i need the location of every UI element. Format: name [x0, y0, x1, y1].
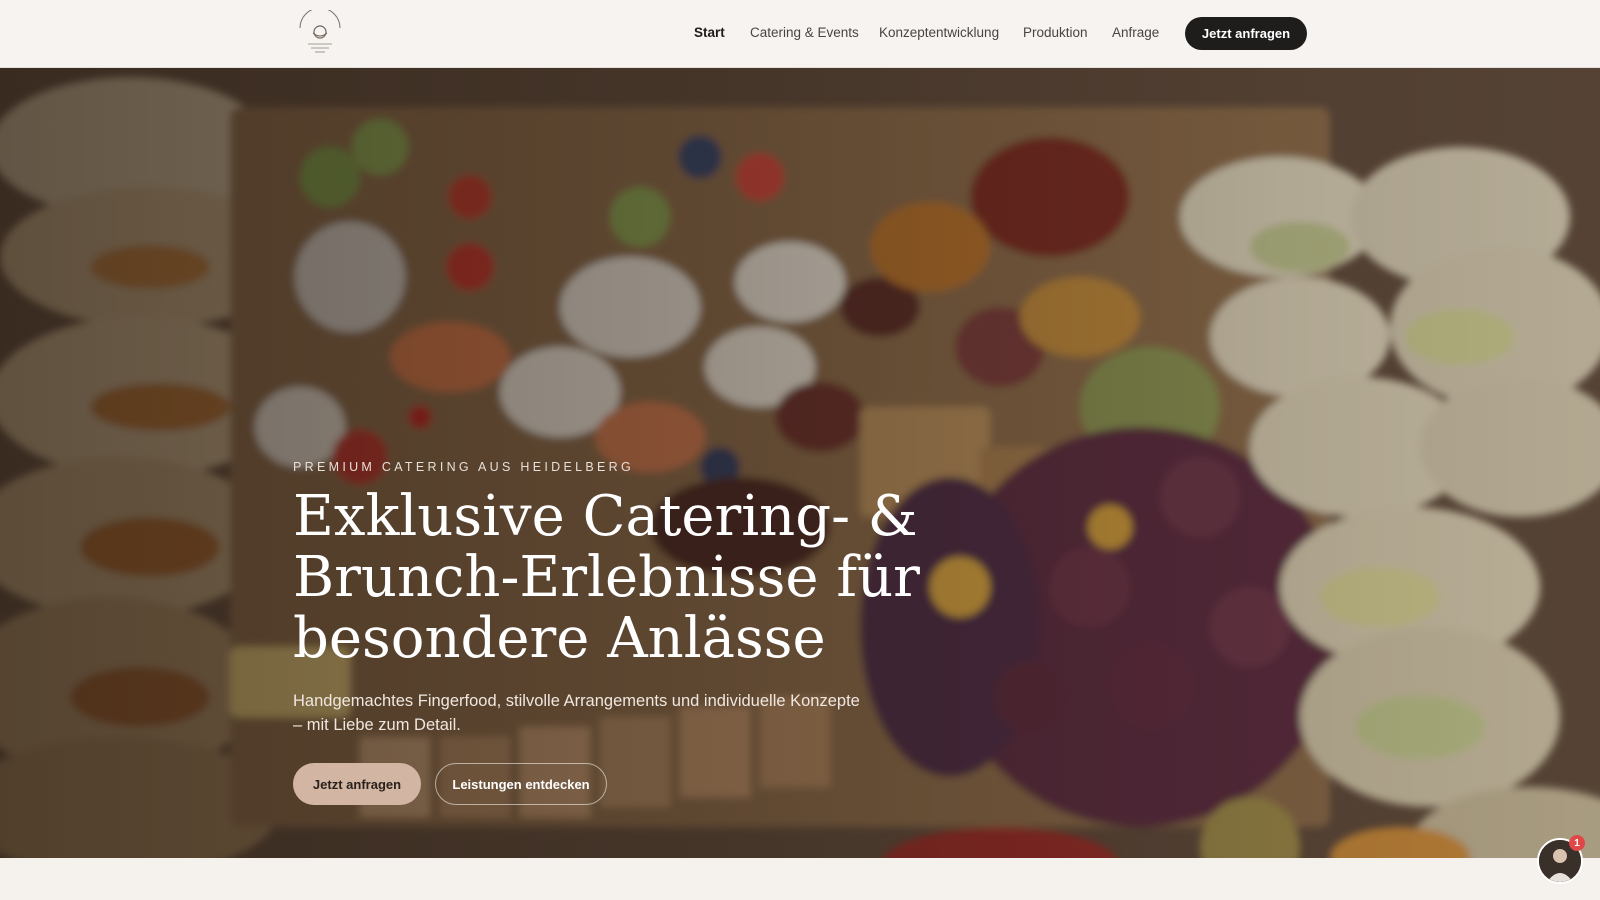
chat-notification-badge: 1: [1569, 835, 1585, 851]
nav-item-start[interactable]: Start: [694, 25, 725, 40]
hero-section: [0, 67, 1600, 858]
hero-subline: Handgemachtes Fingerfood, stilvolle Arra…: [293, 692, 860, 734]
site-header: Start Catering & Events Konzeptentwicklu…: [0, 0, 1600, 68]
hero-headline: Exklusive Catering- & Brunch-Erlebnisse …: [293, 484, 920, 671]
header-cta-button[interactable]: Jetzt anfragen: [1185, 17, 1307, 50]
hero-eyebrow: PREMIUM CATERING AUS HEIDELBERG: [293, 460, 634, 474]
request-button[interactable]: Jetzt anfragen: [293, 763, 421, 805]
nav-item-konzeptentwicklung[interactable]: Konzeptentwicklung: [879, 25, 999, 40]
nav-item-produktion[interactable]: Produktion: [1023, 25, 1088, 40]
brand-logo[interactable]: [294, 7, 346, 56]
explore-services-button[interactable]: Leistungen entdecken: [435, 763, 607, 805]
nav-item-anfrage[interactable]: Anfrage: [1112, 25, 1159, 40]
hero-overlay: [0, 67, 1600, 858]
nav-item-catering-events[interactable]: Catering & Events: [750, 25, 859, 40]
